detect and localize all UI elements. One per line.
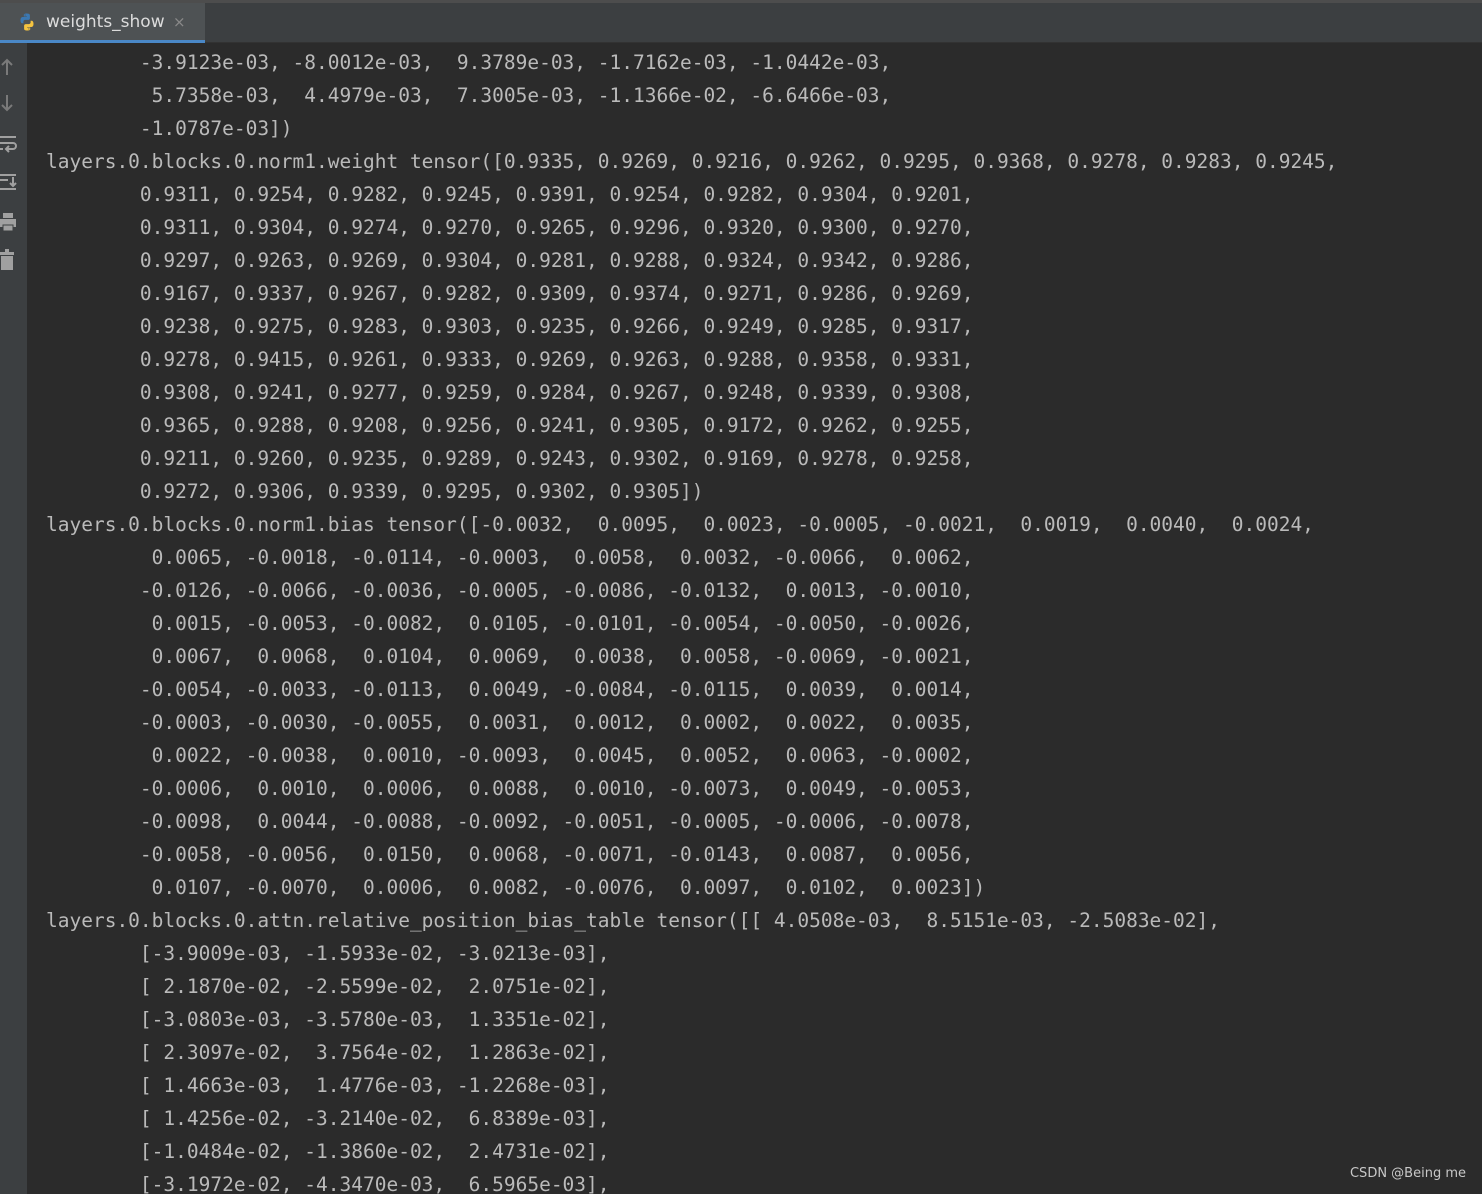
tab-label: weights_show [46, 12, 165, 32]
console-line: -0.0003, -0.0030, -0.0055, 0.0031, 0.001… [46, 711, 974, 734]
console-line: 0.0065, -0.0018, -0.0114, -0.0003, 0.005… [46, 546, 974, 569]
tab-weights-show[interactable]: weights_show × [0, 3, 205, 43]
console-line: -0.0098, 0.0044, -0.0088, -0.0092, -0.00… [46, 810, 974, 833]
console-line: [-3.1972e-02, -4.3470e-03, 6.5965e-03], [46, 1173, 610, 1194]
run-tab-bar: weights_show × [0, 3, 1482, 43]
console-line: 0.0015, -0.0053, -0.0082, 0.0105, -0.010… [46, 612, 974, 635]
console-line: 0.0107, -0.0070, 0.0006, 0.0082, -0.0076… [46, 876, 986, 899]
console-line: [-3.0803e-03, -3.5780e-03, 1.3351e-02], [46, 1008, 610, 1031]
console-line: [-1.0484e-02, -1.3860e-02, 2.4731e-02], [46, 1140, 610, 1163]
ide-run-window: weights_show × -3.9123e-03, -8.0012e-03,… [0, 0, 1482, 1194]
console-line: 5.7358e-03, 4.4979e-03, 7.3005e-03, -1.1… [46, 84, 892, 107]
console-line: -0.0054, -0.0033, -0.0113, 0.0049, -0.00… [46, 678, 974, 701]
console-line: 0.9167, 0.9337, 0.9267, 0.9282, 0.9309, … [46, 282, 974, 305]
close-icon[interactable]: × [173, 13, 186, 31]
console-line: -3.9123e-03, -8.0012e-03, 9.3789e-03, -1… [46, 51, 892, 74]
console-line: 0.0022, -0.0038, 0.0010, -0.0093, 0.0045… [46, 744, 974, 767]
console-line: layers.0.blocks.0.attn.relative_position… [46, 909, 1220, 932]
scroll-to-end-icon[interactable] [0, 171, 20, 193]
print-icon[interactable] [0, 211, 20, 233]
console-line: 0.0067, 0.0068, 0.0104, 0.0069, 0.0038, … [46, 645, 974, 668]
scroll-down-icon[interactable] [0, 93, 20, 115]
console-line: 0.9365, 0.9288, 0.9208, 0.9256, 0.9241, … [46, 414, 974, 437]
console-line: [-3.9009e-03, -1.5933e-02, -3.0213e-03], [46, 942, 610, 965]
watermark: CSDN @Being me [1349, 1166, 1466, 1181]
console-output-area[interactable]: -3.9123e-03, -8.0012e-03, 9.3789e-03, -1… [27, 43, 1482, 1194]
console-line: 0.9297, 0.9263, 0.9269, 0.9304, 0.9281, … [46, 249, 974, 272]
console-line: 0.9211, 0.9260, 0.9235, 0.9289, 0.9243, … [46, 447, 974, 470]
scroll-up-icon[interactable] [0, 55, 20, 77]
console-line: 0.9308, 0.9241, 0.9277, 0.9259, 0.9284, … [46, 381, 974, 404]
console-line: 0.9311, 0.9304, 0.9274, 0.9270, 0.9265, … [46, 216, 974, 239]
console-line: [ 2.3097e-02, 3.7564e-02, 1.2863e-02], [46, 1041, 610, 1064]
console-line: layers.0.blocks.0.norm1.bias tensor([-0.… [46, 513, 1314, 536]
console-line: -0.0126, -0.0066, -0.0036, -0.0005, -0.0… [46, 579, 974, 602]
console-line: -0.0058, -0.0056, 0.0150, 0.0068, -0.007… [46, 843, 974, 866]
soft-wrap-icon[interactable] [0, 133, 20, 155]
console-line: [ 1.4256e-02, -3.2140e-02, 6.8389e-03], [46, 1107, 610, 1130]
python-file-icon [20, 13, 34, 31]
console-line: [ 1.4663e-03, 1.4776e-03, -1.2268e-03], [46, 1074, 610, 1097]
console-line: 0.9278, 0.9415, 0.9261, 0.9333, 0.9269, … [46, 348, 974, 371]
console-line: -1.0787e-03]) [46, 117, 293, 140]
console-line: layers.0.blocks.0.norm1.weight tensor([0… [46, 150, 1338, 173]
console-line: -0.0006, 0.0010, 0.0006, 0.0088, 0.0010,… [46, 777, 974, 800]
console-text: -3.9123e-03, -8.0012e-03, 9.3789e-03, -1… [46, 46, 1337, 1194]
console-line: [ 2.1870e-02, -2.5599e-02, 2.0751e-02], [46, 975, 610, 998]
console-line: 0.9272, 0.9306, 0.9339, 0.9295, 0.9302, … [46, 480, 704, 503]
console-toolbar [0, 43, 27, 1194]
console-line: 0.9238, 0.9275, 0.9283, 0.9303, 0.9235, … [46, 315, 974, 338]
console-line: 0.9311, 0.9254, 0.9282, 0.9245, 0.9391, … [46, 183, 974, 206]
clear-all-icon[interactable] [0, 249, 20, 271]
